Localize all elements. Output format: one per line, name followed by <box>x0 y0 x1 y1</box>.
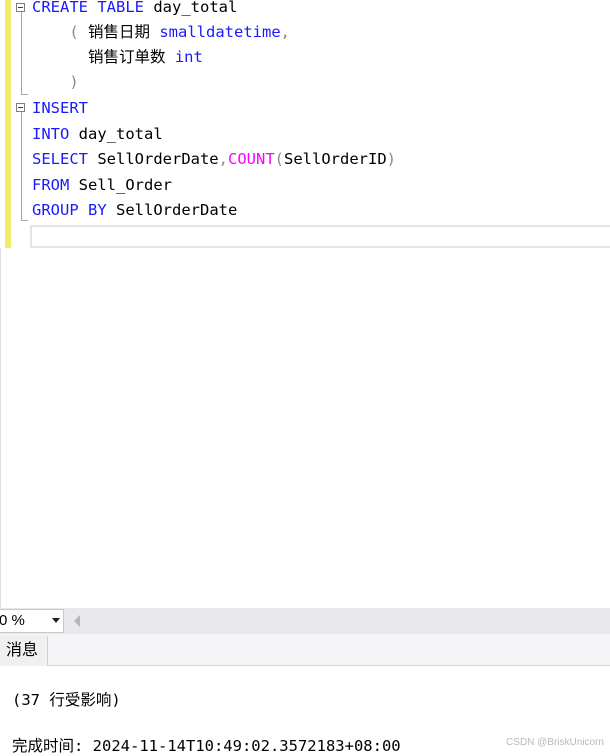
code-token: 销售日期 <box>88 23 160 41</box>
code-line[interactable]: GROUP BY SellOrderDate <box>32 198 237 223</box>
code-token: SellOrderDate <box>116 201 238 219</box>
chevron-down-icon[interactable] <box>52 618 60 623</box>
code-token: SellOrderID <box>284 150 387 168</box>
code-token: 销售订单数 <box>32 48 175 66</box>
code-token: COUNT <box>228 150 275 168</box>
collapse-create-icon[interactable] <box>16 3 25 12</box>
code-token: CREATE TABLE <box>32 0 154 16</box>
code-line[interactable]: SELECT SellOrderDate,COUNT(SellOrderID) <box>32 147 396 172</box>
code-line[interactable]: ( 销售日期 smalldatetime, <box>32 20 290 45</box>
code-token: ( <box>32 23 88 41</box>
code-line[interactable]: INTO day_total <box>32 122 163 147</box>
code-token: int <box>174 48 203 66</box>
code-line[interactable]: CREATE TABLE day_total <box>32 0 237 20</box>
change-indicator-bar <box>5 0 11 248</box>
code-line[interactable]: FROM Sell_Order <box>32 173 172 198</box>
editor-left-edge <box>0 248 1 608</box>
completion-time-text: 完成时间: 2024-11-14T10:49:02.3572183+08:00 <box>12 737 401 755</box>
results-tab-strip <box>0 634 610 666</box>
code-token: Sell_Order <box>78 176 172 194</box>
code-token: SellOrderDate <box>97 150 219 168</box>
code-token: , <box>218 150 228 168</box>
code-token: INSERT <box>32 99 88 117</box>
tab-messages[interactable]: 消息 <box>0 636 48 666</box>
zoom-value: 0 % <box>0 612 25 629</box>
code-token: ) <box>32 73 79 91</box>
code-token: ) <box>386 150 397 168</box>
code-line[interactable]: 销售订单数 int <box>32 45 203 70</box>
current-line-highlight <box>30 225 610 248</box>
fold-guide-create <box>21 12 22 95</box>
code-token: , <box>280 23 291 41</box>
code-token: ( <box>274 150 285 168</box>
zoom-scroll-strip <box>0 608 610 634</box>
code-line[interactable]: ) <box>32 70 79 95</box>
rows-affected-text: (37 行受影响) <box>12 691 121 709</box>
code-token: FROM <box>32 176 79 194</box>
sql-editor[interactable]: CREATE TABLE day_total ( 销售日期 smalldatet… <box>0 0 610 608</box>
code-line[interactable]: INSERT <box>32 96 88 121</box>
fold-guide-insert <box>21 112 22 220</box>
code-token: day_total <box>78 125 163 143</box>
fold-end-create <box>21 94 28 95</box>
code-token: INTO <box>32 125 79 143</box>
collapse-insert-icon[interactable] <box>16 103 25 112</box>
watermark: CSDN @BriskUnicorn <box>506 737 604 748</box>
code-token: day_total <box>153 0 238 16</box>
scroll-left-icon[interactable] <box>74 615 80 627</box>
code-token: SELECT <box>32 150 98 168</box>
code-token: GROUP BY <box>32 201 116 219</box>
fold-end-insert <box>21 220 28 221</box>
code-token: smalldatetime <box>159 23 281 41</box>
